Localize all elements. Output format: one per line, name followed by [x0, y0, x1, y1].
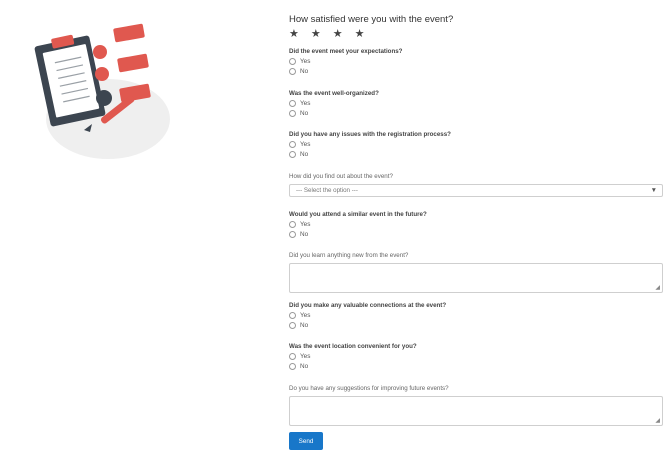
radio-button[interactable] — [289, 151, 296, 159]
question-label: Did you learn anything new from the even… — [289, 252, 409, 259]
option-no[interactable]: No — [289, 321, 663, 332]
question-label: Did the event meet your expectations? — [289, 48, 403, 55]
radio-button[interactable] — [289, 99, 296, 107]
chevron-down-icon: ▼ — [650, 187, 657, 194]
star-icon[interactable]: ★ — [289, 29, 299, 40]
radio-button[interactable] — [289, 140, 296, 148]
question-label: Would you attend a similar event in the … — [289, 211, 427, 218]
option-yes[interactable]: Yes — [289, 351, 663, 362]
resize-handle-icon[interactable]: ◢ — [655, 285, 660, 291]
question-label: Did you make any valuable connections at… — [289, 302, 447, 309]
option-yes[interactable]: Yes — [289, 219, 663, 230]
radio-button[interactable] — [289, 220, 296, 228]
question-registration: Did you have any issues with the registr… — [289, 131, 663, 160]
question-source: How did you find out about the event? --… — [289, 173, 663, 197]
option-yes[interactable]: Yes — [289, 56, 663, 67]
question-label: How did you find out about the event? — [289, 173, 393, 180]
question-suggestions: Do you have any suggestions for improvin… — [289, 385, 663, 426]
radio-button[interactable] — [289, 68, 296, 76]
question-location: Was the event location convenient for yo… — [289, 343, 663, 372]
radio-button[interactable] — [289, 311, 296, 319]
question-label: Do you have any suggestions for improvin… — [289, 385, 449, 392]
source-select[interactable]: --- Select the option --- ▼ — [289, 184, 663, 197]
select-value: --- Select the option --- — [296, 187, 358, 194]
option-no[interactable]: No — [289, 109, 663, 120]
option-yes[interactable]: Yes — [289, 310, 663, 321]
option-no[interactable]: No — [289, 362, 663, 373]
question-label: Did you have any issues with the registr… — [289, 131, 451, 138]
survey-illustration — [34, 23, 170, 159]
question-label: Was the event well-organized? — [289, 90, 379, 97]
rating-section: How satisfied were you with the event? ★… — [289, 14, 663, 40]
radio-button[interactable] — [289, 363, 296, 371]
option-no[interactable]: No — [289, 67, 663, 78]
question-learn-new: Did you learn anything new from the even… — [289, 252, 663, 293]
learn-new-textarea[interactable]: ◢ — [289, 263, 663, 293]
star-icon[interactable]: ★ — [333, 29, 343, 40]
radio-button[interactable] — [289, 57, 296, 65]
question-expectations: Did the event meet your expectations? Ye… — [289, 48, 663, 77]
radio-button[interactable] — [289, 322, 296, 330]
suggestions-textarea[interactable]: ◢ — [289, 396, 663, 426]
option-yes[interactable]: Yes — [289, 98, 663, 109]
option-no[interactable]: No — [289, 230, 663, 241]
star-icon[interactable]: ★ — [355, 29, 365, 40]
resize-handle-icon[interactable]: ◢ — [655, 418, 660, 424]
radio-button[interactable] — [289, 352, 296, 360]
question-label: Was the event location convenient for yo… — [289, 343, 417, 350]
option-yes[interactable]: Yes — [289, 139, 663, 150]
question-connections: Did you make any valuable connections at… — [289, 302, 663, 331]
radio-button[interactable] — [289, 231, 296, 239]
star-rating: ★ ★ ★ ★ — [289, 29, 663, 40]
star-icon[interactable]: ★ — [311, 29, 321, 40]
question-attend-again: Would you attend a similar event in the … — [289, 211, 663, 240]
radio-button[interactable] — [289, 110, 296, 118]
question-well-organized: Was the event well-organized? Yes No — [289, 90, 663, 119]
send-button[interactable]: Send — [289, 432, 323, 450]
option-no[interactable]: No — [289, 150, 663, 161]
rating-question: How satisfied were you with the event? — [289, 14, 454, 25]
